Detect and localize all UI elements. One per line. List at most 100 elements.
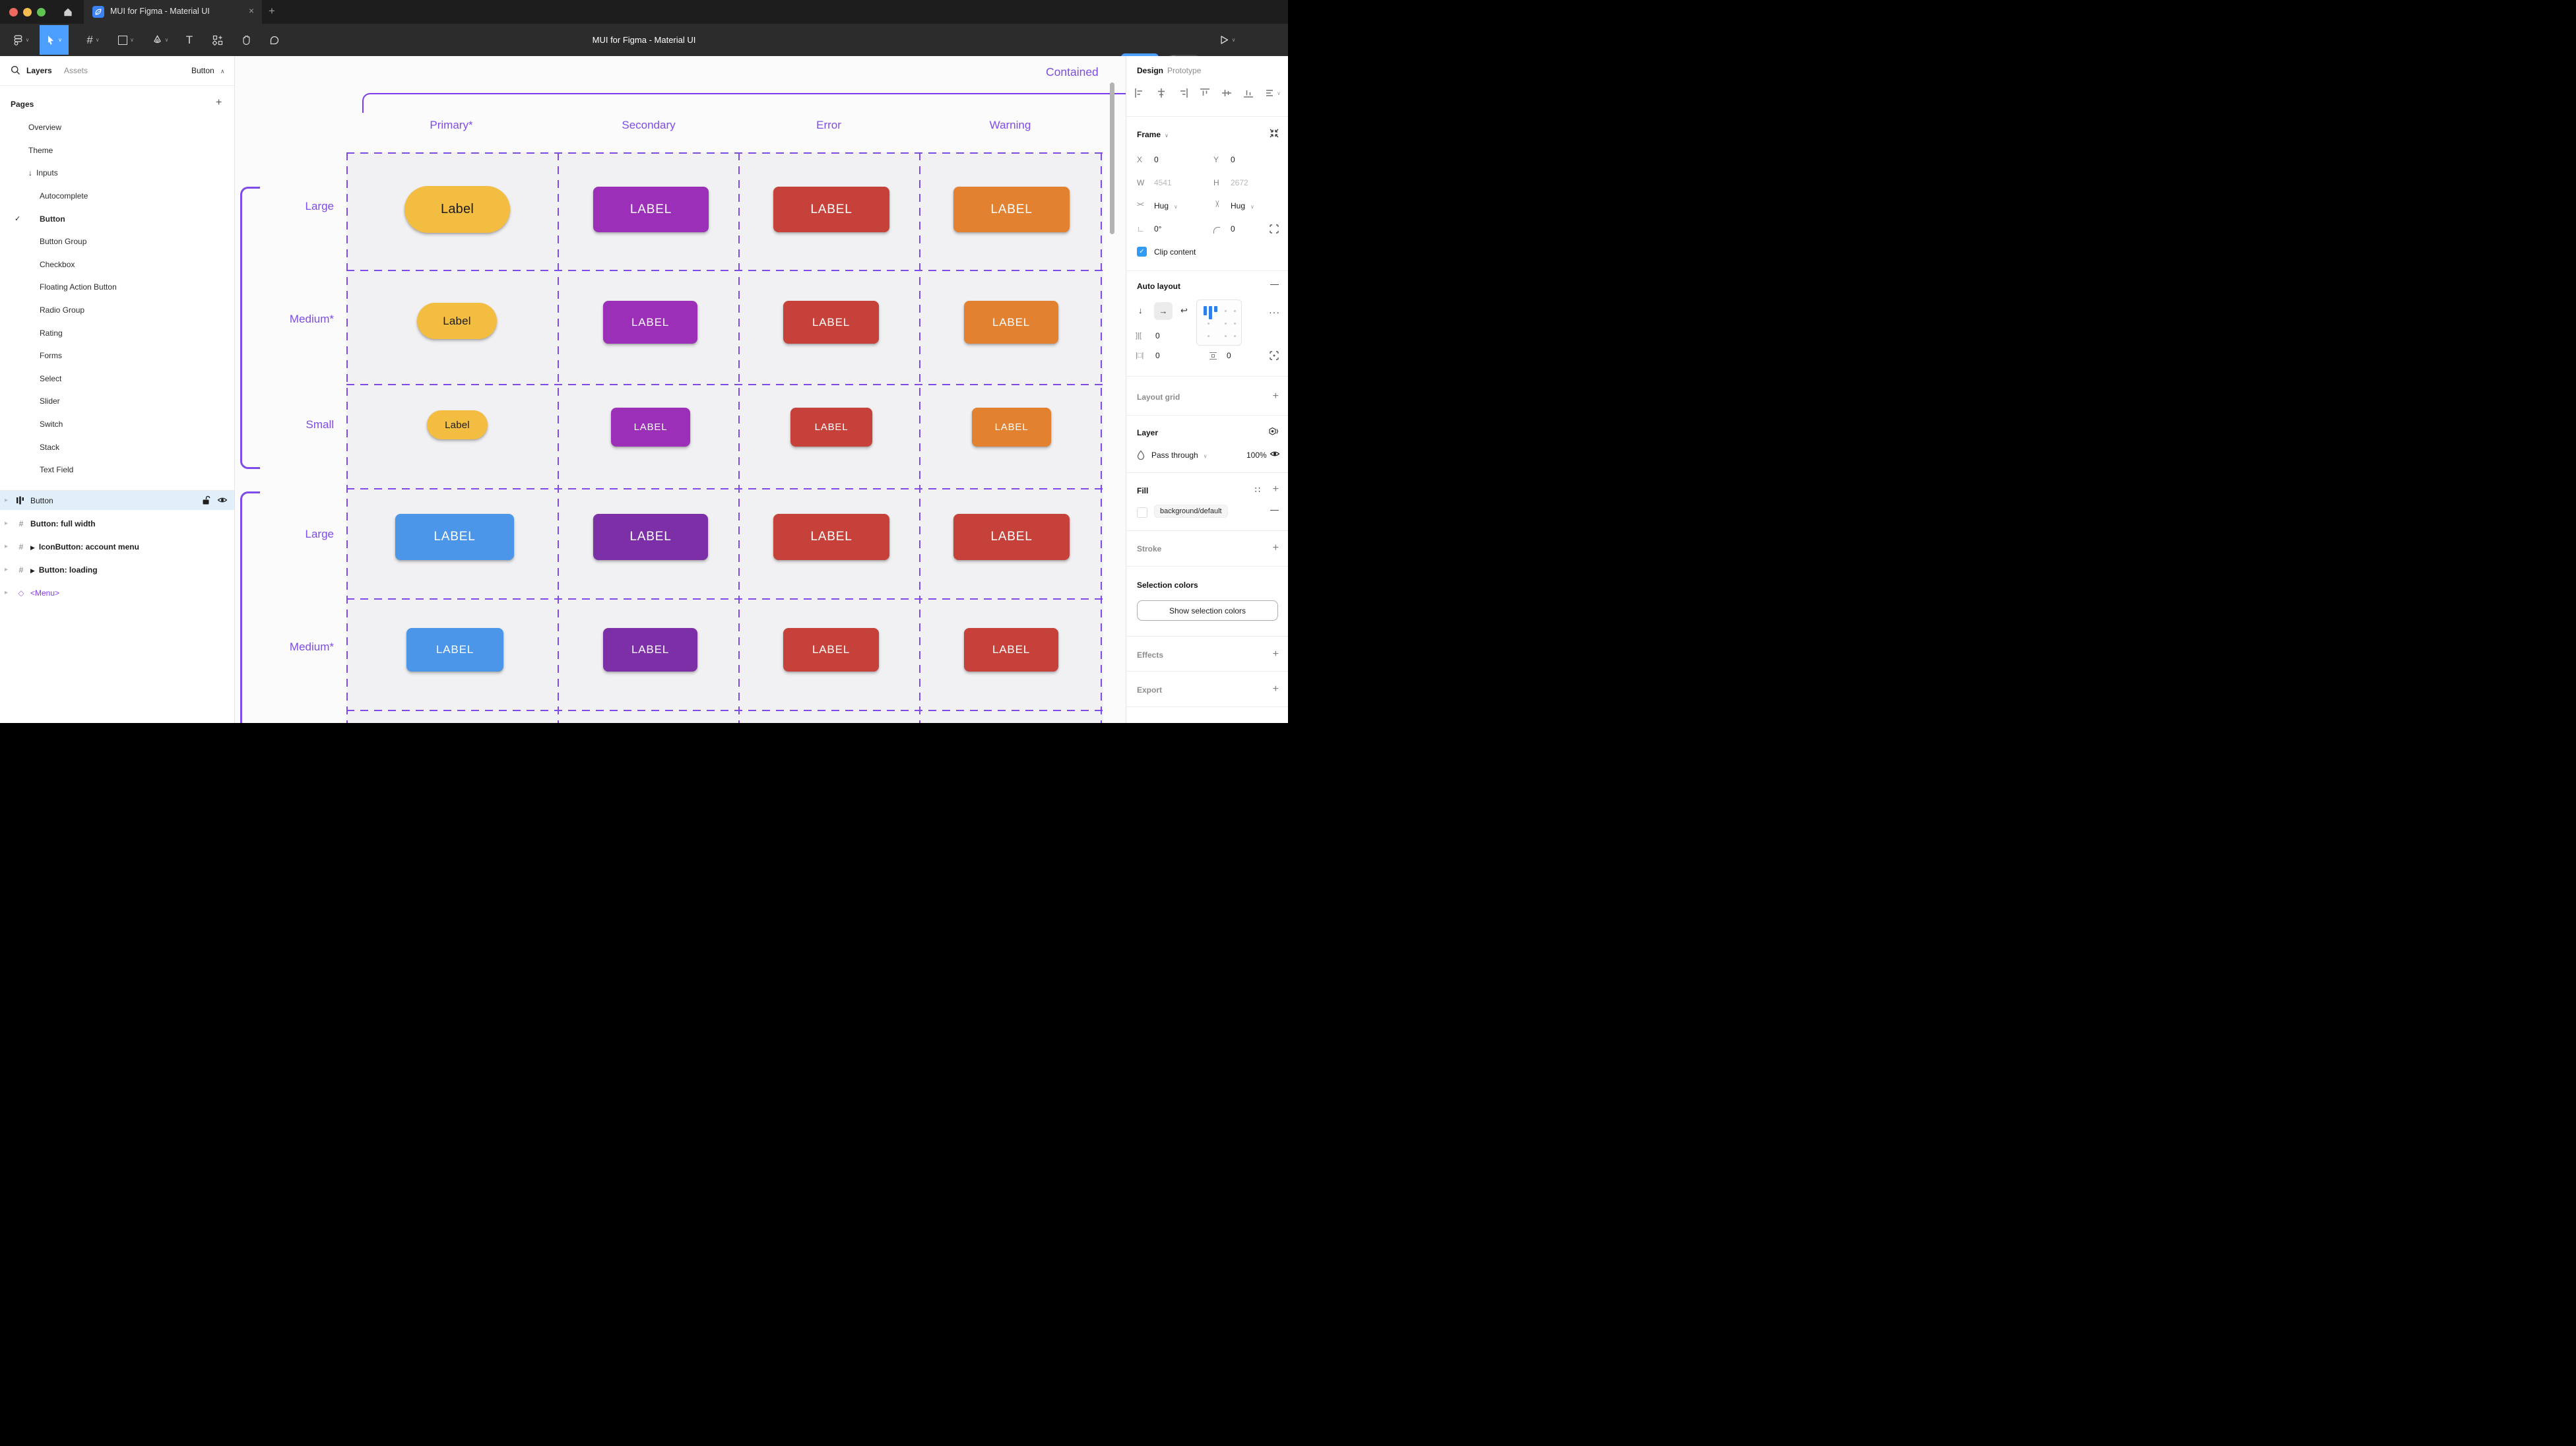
- alignment-widget[interactable]: [1196, 299, 1242, 346]
- vertical-padding-value[interactable]: 0: [1227, 351, 1231, 360]
- direction-down-button[interactable]: ↓: [1138, 305, 1143, 315]
- wrap-button[interactable]: ↩: [1180, 305, 1188, 316]
- layer-row-iconbutton-account-menu[interactable]: ▸ # ▶IconButton: account menu: [0, 537, 234, 556]
- button-variant[interactable]: LABEL: [790, 408, 872, 447]
- window-minimize-button[interactable]: [23, 8, 32, 16]
- page-item-switch[interactable]: Switch: [0, 413, 234, 436]
- fill-style-token[interactable]: background/default: [1154, 505, 1228, 518]
- direction-right-button[interactable]: →: [1154, 302, 1173, 320]
- button-variant[interactable]: Label: [404, 186, 510, 233]
- button-variant[interactable]: LABEL: [964, 628, 1058, 672]
- eye-icon[interactable]: [217, 495, 228, 505]
- new-tab-button[interactable]: +: [269, 5, 275, 18]
- horizontal-sizing[interactable]: Hug∨: [1154, 201, 1178, 210]
- button-variant[interactable]: Label: [427, 410, 488, 439]
- add-page-button[interactable]: +: [216, 97, 222, 109]
- height-value[interactable]: 2672: [1231, 178, 1248, 187]
- auto-layout-more-icon[interactable]: ···: [1269, 307, 1280, 317]
- chevron-down-icon[interactable]: ∨: [1165, 133, 1169, 139]
- file-tab[interactable]: MUI for Figma - Material UI ×: [84, 0, 262, 24]
- hand-tool-button[interactable]: [236, 24, 257, 56]
- page-item-text-field[interactable]: Text Field: [0, 458, 234, 482]
- page-item-button[interactable]: ✓ Button: [0, 207, 234, 230]
- add-layout-grid-button[interactable]: +: [1273, 391, 1279, 402]
- tab-assets[interactable]: Assets: [64, 66, 88, 75]
- button-variant[interactable]: LABEL: [611, 408, 690, 447]
- add-stroke-button[interactable]: +: [1273, 542, 1279, 554]
- pen-tool-button[interactable]: ∨: [145, 24, 176, 56]
- blend-mode-select[interactable]: Pass through∨: [1151, 451, 1208, 460]
- button-variant[interactable]: LABEL: [783, 301, 879, 344]
- window-close-button[interactable]: [9, 8, 18, 16]
- gap-value[interactable]: 0: [1155, 331, 1160, 340]
- add-fill-button[interactable]: +: [1273, 484, 1279, 495]
- canvas[interactable]: Contained Primary* Secondary Error Warni…: [235, 56, 1126, 723]
- add-export-button[interactable]: +: [1273, 683, 1279, 695]
- button-variant[interactable]: LABEL: [953, 514, 1070, 560]
- horizontal-padding-value[interactable]: 0: [1155, 351, 1160, 360]
- button-variant[interactable]: LABEL: [964, 301, 1058, 344]
- clip-content-checkbox[interactable]: ✓: [1137, 247, 1147, 257]
- resources-tool-button[interactable]: [207, 24, 228, 56]
- remove-fill-button[interactable]: —: [1270, 505, 1279, 515]
- button-variant[interactable]: LABEL: [773, 514, 889, 560]
- page-selector[interactable]: Button ∧: [191, 66, 225, 75]
- page-item-radio-group[interactable]: Radio Group: [0, 299, 234, 322]
- page-item-autocomplete[interactable]: Autocomplete: [0, 185, 234, 208]
- collapse-icon[interactable]: [1270, 129, 1279, 138]
- button-variant[interactable]: LABEL: [406, 628, 503, 672]
- width-value[interactable]: 4541: [1154, 178, 1172, 187]
- tab-design[interactable]: Design: [1137, 66, 1163, 75]
- align-v-center-icon[interactable]: [1221, 88, 1232, 98]
- shape-tool-button[interactable]: ∨: [111, 24, 141, 56]
- add-effect-button[interactable]: +: [1273, 648, 1279, 660]
- search-icon[interactable]: [11, 65, 20, 75]
- frame-title[interactable]: Contained: [1046, 65, 1099, 79]
- align-h-center-icon[interactable]: [1156, 88, 1167, 98]
- page-item-floating-action-button[interactable]: Floating Action Button: [0, 276, 234, 299]
- align-top-icon[interactable]: [1200, 88, 1210, 98]
- fill-styles-icon[interactable]: ∷: [1255, 485, 1260, 495]
- comment-tool-button[interactable]: [264, 24, 285, 56]
- blend-style-icon[interactable]: [1268, 427, 1279, 437]
- button-variant[interactable]: LABEL: [395, 514, 514, 560]
- canvas-scrollbar[interactable]: [1110, 82, 1114, 234]
- button-variant[interactable]: LABEL: [603, 301, 697, 344]
- fill-color-swatch[interactable]: [1137, 507, 1147, 518]
- layer-row-button-full-width[interactable]: ▸ # Button: full width: [0, 514, 234, 533]
- y-value[interactable]: 0: [1231, 155, 1235, 164]
- frame-tool-button[interactable]: # ∨: [78, 24, 108, 56]
- distribute-menu[interactable]: ∨: [1265, 88, 1281, 98]
- tab-layers[interactable]: Layers: [26, 66, 52, 75]
- button-variant[interactable]: LABEL: [783, 628, 879, 672]
- unlock-icon[interactable]: [202, 495, 210, 505]
- page-item-theme[interactable]: Theme: [0, 139, 234, 162]
- vertical-sizing[interactable]: Hug∨: [1231, 201, 1254, 210]
- page-item-inputs[interactable]: ↓ Inputs: [0, 162, 234, 185]
- remove-auto-layout-button[interactable]: —: [1270, 279, 1279, 289]
- main-menu-button[interactable]: ∨: [7, 24, 36, 56]
- button-variant[interactable]: LABEL: [593, 514, 708, 560]
- show-selection-colors-button[interactable]: Show selection colors: [1137, 600, 1278, 621]
- rotation-value[interactable]: 0°: [1154, 224, 1161, 234]
- page-item-overview[interactable]: Overview: [0, 116, 234, 139]
- text-tool-button[interactable]: T: [179, 24, 199, 56]
- window-zoom-button[interactable]: [37, 8, 46, 16]
- layer-row-button[interactable]: ▸ Button: [0, 491, 234, 510]
- corner-radius-value[interactable]: 0: [1231, 224, 1235, 234]
- layer-row-menu-instance[interactable]: ▸ ◇ <Menu>: [0, 583, 234, 602]
- move-tool-button[interactable]: ∨: [40, 25, 69, 55]
- button-variant[interactable]: Label: [417, 303, 497, 339]
- page-item-select[interactable]: Select: [0, 367, 234, 391]
- page-item-button-group[interactable]: Button Group: [0, 230, 234, 253]
- page-item-rating[interactable]: Rating: [0, 321, 234, 344]
- page-item-checkbox[interactable]: Checkbox: [0, 253, 234, 276]
- present-button[interactable]: ∨: [1214, 24, 1240, 56]
- tab-prototype[interactable]: Prototype: [1167, 66, 1201, 75]
- opacity-value[interactable]: 100%: [1246, 451, 1267, 460]
- page-item-forms[interactable]: Forms: [0, 344, 234, 367]
- layer-row-button-loading[interactable]: ▸ # ▶Button: loading: [0, 560, 234, 579]
- x-value[interactable]: 0: [1154, 155, 1159, 164]
- button-variant[interactable]: LABEL: [593, 187, 709, 232]
- page-item-stack[interactable]: Stack: [0, 435, 234, 458]
